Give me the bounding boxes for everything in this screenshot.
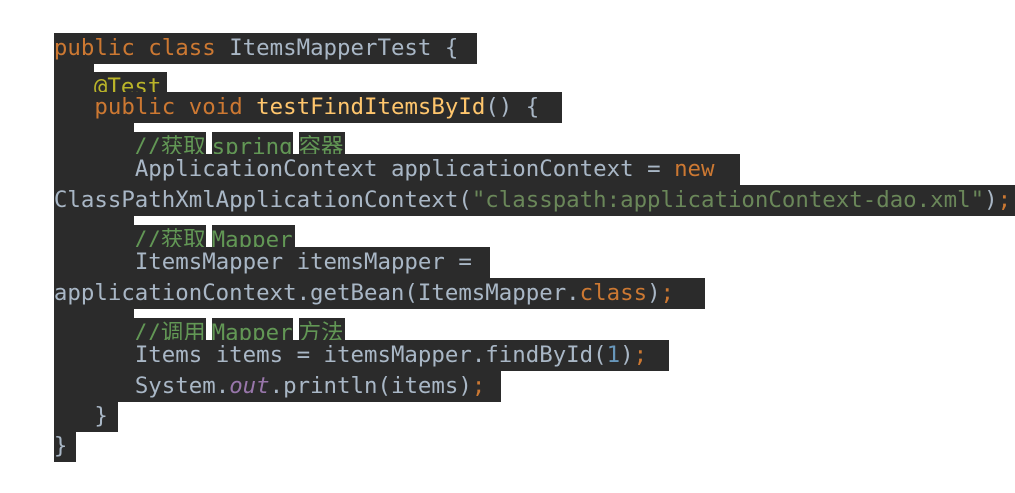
code-line-14: } [0,400,76,462]
string-literal: "classpath:applicationContext-dao.xml" [471,187,985,213]
code-line-8: ItemsMapper itemsMapper = [0,216,490,278]
code-line-7: //获取 Mapper [0,185,295,256]
code-line-3: public void testFindItemsById() { [0,61,562,123]
code-editor[interactable]: public class ItemsMapperTest { @Test pub… [0,0,1015,462]
class-name: ItemsMapperTest [229,35,432,61]
method-parens: () [485,94,513,120]
code-line-2: @Test [0,32,168,103]
semicolon: ; [660,280,675,306]
code-line-1: public class ItemsMapperTest { [0,2,477,64]
code-line-10: //调用 Mapper 方法 [0,278,346,349]
static-field-out: out [229,373,270,399]
code-line-6: ClassPathXmlApplicationContext("classpat… [0,154,1015,216]
close-brace: } [94,403,108,429]
code-line-13: } [0,370,118,432]
code-line-14-bar: } [53,431,76,462]
code-line-12-bar: System.out.println(items); [53,371,501,402]
code-line-5: ApplicationContext applicationContext = … [0,123,740,185]
code-line-9: applicationContext.getBean(ItemsMapper.c… [0,247,705,309]
code-line-12: System.out.println(items); [0,340,501,402]
semicolon: ; [633,342,648,368]
close-paren: ) [984,187,998,213]
open-brace: { [444,35,459,61]
system-class: System. [134,373,230,399]
keyword-class: class [579,280,648,306]
semicolon: ; [997,187,1012,213]
number-literal: 1 [606,342,621,368]
code-line-11: Items items = itemsMapper.findById(1); [0,309,669,371]
println-call: .println(items) [269,373,472,399]
close-paren: ) [620,342,634,368]
code-line-4: //获取 spring 容器 [0,92,346,163]
close-paren: ) [647,280,661,306]
open-brace: { [525,94,540,120]
close-brace: } [53,433,68,459]
semicolon: ; [471,373,486,399]
